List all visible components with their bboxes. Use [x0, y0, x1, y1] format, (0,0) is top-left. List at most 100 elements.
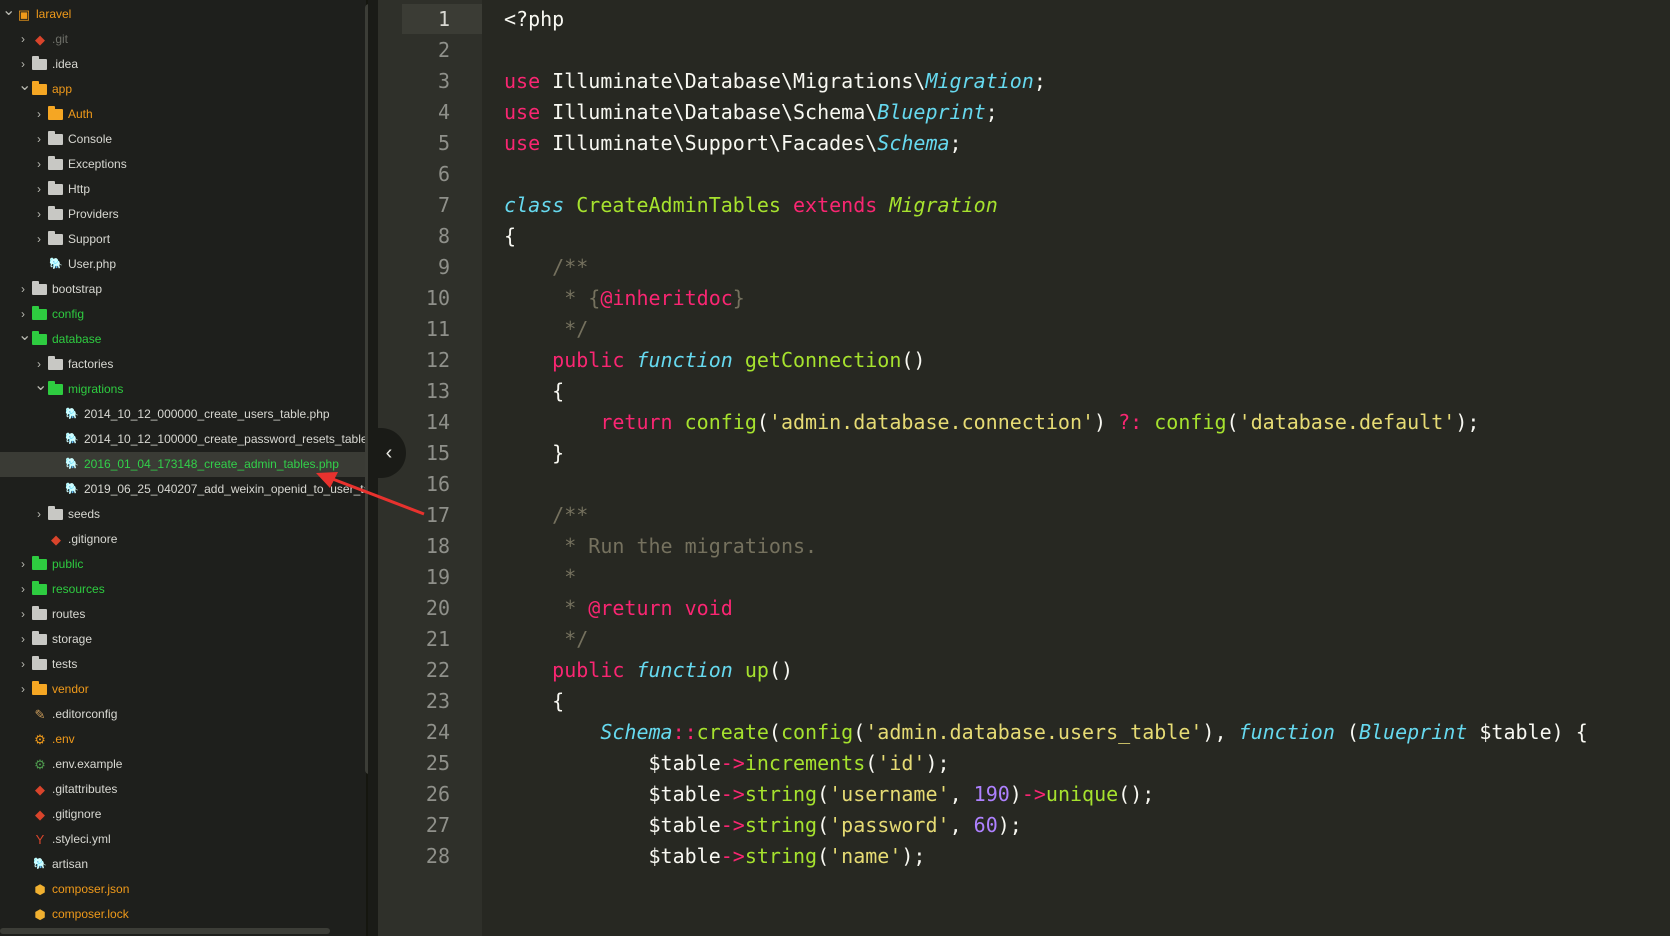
code-line[interactable]: {: [504, 220, 516, 253]
chevron-right-icon[interactable]: ›: [18, 52, 28, 77]
chevron-right-icon[interactable]: ›: [18, 27, 28, 52]
tree-file[interactable]: 🐘 User.php: [0, 252, 365, 277]
code-line[interactable]: return config('admin.database.connection…: [504, 406, 1479, 439]
chevron-right-icon[interactable]: ›: [34, 502, 44, 527]
tree-folder[interactable]: ⌄ ▣ laravel: [0, 2, 365, 27]
tree-folder[interactable]: ⌄ database: [0, 327, 365, 352]
line-number: 9: [437, 255, 450, 279]
tree-file[interactable]: ✎ .editorconfig: [0, 702, 365, 727]
code-line[interactable]: /**: [504, 499, 588, 532]
tree-folder[interactable]: › public: [0, 552, 365, 577]
tree-folder[interactable]: › Http: [0, 177, 365, 202]
chevron-right-icon[interactable]: ›: [34, 177, 44, 202]
code-line[interactable]: <?php: [504, 3, 564, 36]
code-line[interactable]: $table->string('name');: [504, 840, 925, 873]
tree-folder[interactable]: › config: [0, 302, 365, 327]
chevron-down-icon[interactable]: ⌄: [18, 77, 31, 95]
chevron-right-icon[interactable]: ›: [34, 102, 44, 127]
code-token: ,: [949, 782, 974, 806]
tree-item-label: .env: [52, 732, 75, 746]
code-line[interactable]: {: [504, 685, 564, 718]
code-line[interactable]: $table->increments('id');: [504, 747, 949, 780]
tree-folder[interactable]: › Console: [0, 127, 365, 152]
tree-folder[interactable]: › factories: [0, 352, 365, 377]
code-line[interactable]: }: [504, 437, 564, 470]
code-line[interactable]: class CreateAdminTables extends Migratio…: [504, 189, 998, 222]
sidebar-horizontal-scrollbar[interactable]: [0, 928, 330, 934]
code-line[interactable]: * Run the migrations.: [504, 530, 817, 563]
chevron-right-icon[interactable]: ›: [18, 652, 28, 677]
chevron-right-icon[interactable]: ›: [34, 152, 44, 177]
tree-folder[interactable]: › Exceptions: [0, 152, 365, 177]
code-line[interactable]: use Illuminate\Support\Facades\Schema;: [504, 127, 962, 160]
chevron-right-icon[interactable]: ›: [18, 602, 28, 627]
tree-file[interactable]: 🐘 2019_06_25_040207_add_weixin_openid_to_…: [0, 477, 368, 502]
code-line[interactable]: * {@inheritdoc}: [504, 282, 745, 315]
tree-file[interactable]: Y .styleci.yml: [0, 827, 365, 852]
code-line[interactable]: /**: [504, 251, 588, 284]
code-line[interactable]: */: [504, 313, 588, 346]
tree-folder[interactable]: › Providers: [0, 202, 365, 227]
tree-folder[interactable]: › tests: [0, 652, 365, 677]
code-line[interactable]: {: [504, 375, 564, 408]
folder-icon: [32, 627, 48, 652]
chevron-right-icon[interactable]: ›: [18, 677, 28, 702]
chevron-right-icon[interactable]: ›: [18, 577, 28, 602]
code-line[interactable]: use Illuminate\Database\Migrations\Migra…: [504, 65, 1046, 98]
tree-folder[interactable]: ⌄ migrations: [0, 377, 365, 402]
tree-folder[interactable]: › bootstrap: [0, 277, 365, 302]
chevron-right-icon[interactable]: ›: [34, 202, 44, 227]
code-line[interactable]: * @return void: [504, 592, 733, 625]
code-line[interactable]: Schema::create(config('admin.database.us…: [504, 716, 1587, 749]
tree-item-label: .gitattributes: [52, 782, 118, 796]
chevron-right-icon[interactable]: ›: [18, 627, 28, 652]
tree-folder[interactable]: › Support: [0, 227, 365, 252]
tree-folder[interactable]: › seeds: [0, 502, 365, 527]
tree-item-label: .env.example: [52, 757, 123, 771]
tree-folder[interactable]: › resources: [0, 577, 365, 602]
tree-file[interactable]: ⬢ composer.json: [0, 877, 365, 902]
chevron-down-icon[interactable]: ⌄: [18, 327, 31, 345]
code-line[interactable]: $table->string('password', 60);: [504, 809, 1022, 842]
tree-folder[interactable]: › storage: [0, 627, 365, 652]
chevron-right-icon[interactable]: ›: [18, 552, 28, 577]
tree-file[interactable]: ◆ .gitignore: [0, 802, 365, 827]
php-icon: 🐘: [49, 258, 63, 270]
tree-folder[interactable]: ⌄ app: [0, 77, 365, 102]
tree-folder[interactable]: › routes: [0, 602, 365, 627]
tree-file[interactable]: 🐘 artisan: [0, 852, 365, 877]
tree-folder[interactable]: › .idea: [0, 52, 365, 77]
chevron-right-icon[interactable]: ›: [18, 302, 28, 327]
git-icon: ◆: [35, 807, 45, 822]
chevron-down-icon[interactable]: ⌄: [2, 2, 15, 20]
tree-file[interactable]: ◆ .gitignore: [0, 527, 365, 552]
tree-file[interactable]: 🐘 2014_10_12_000000_create_users_table.ph…: [0, 402, 365, 427]
composer-icon: ⬢: [34, 907, 46, 922]
code-line[interactable]: public function up(): [504, 654, 793, 687]
chevron-right-icon[interactable]: ›: [34, 127, 44, 152]
chevron-right-icon[interactable]: ›: [18, 277, 28, 302]
code-line[interactable]: *: [504, 561, 576, 594]
chevron-right-icon[interactable]: ›: [34, 227, 44, 252]
tree-file[interactable]: ⬢ composer.lock: [0, 902, 365, 927]
code-token: function: [636, 348, 733, 372]
chevron-down-icon[interactable]: ⌄: [34, 377, 47, 395]
chevron-right-icon[interactable]: ›: [34, 352, 44, 377]
code-line[interactable]: use Illuminate\Database\Schema\Blueprint…: [504, 96, 998, 129]
tree-file[interactable]: 🐘 2016_01_04_173148_create_admin_tables.p…: [0, 452, 365, 477]
code-line[interactable]: */: [504, 623, 588, 656]
tree-folder[interactable]: › vendor: [0, 677, 365, 702]
tree-file[interactable]: 🐘 2014_10_12_100000_create_password_reset…: [0, 427, 368, 452]
project-icon: ▣: [17, 7, 31, 22]
code-token: (): [768, 658, 794, 682]
tree-folder[interactable]: › Auth: [0, 102, 365, 127]
tree-folder[interactable]: › ◆ .git: [0, 27, 365, 52]
code-token: );: [997, 813, 1022, 837]
code-token: return: [600, 410, 673, 434]
code-line[interactable]: public function getConnection(): [504, 344, 925, 377]
tree-file[interactable]: ⚙ .env: [0, 727, 365, 752]
tree-file[interactable]: ◆ .gitattributes: [0, 777, 365, 802]
code-line[interactable]: $table->string('username', 190)->unique(…: [504, 778, 1154, 811]
tree-item-label: artisan: [52, 857, 89, 871]
tree-file[interactable]: ⚙ .env.example: [0, 752, 365, 777]
